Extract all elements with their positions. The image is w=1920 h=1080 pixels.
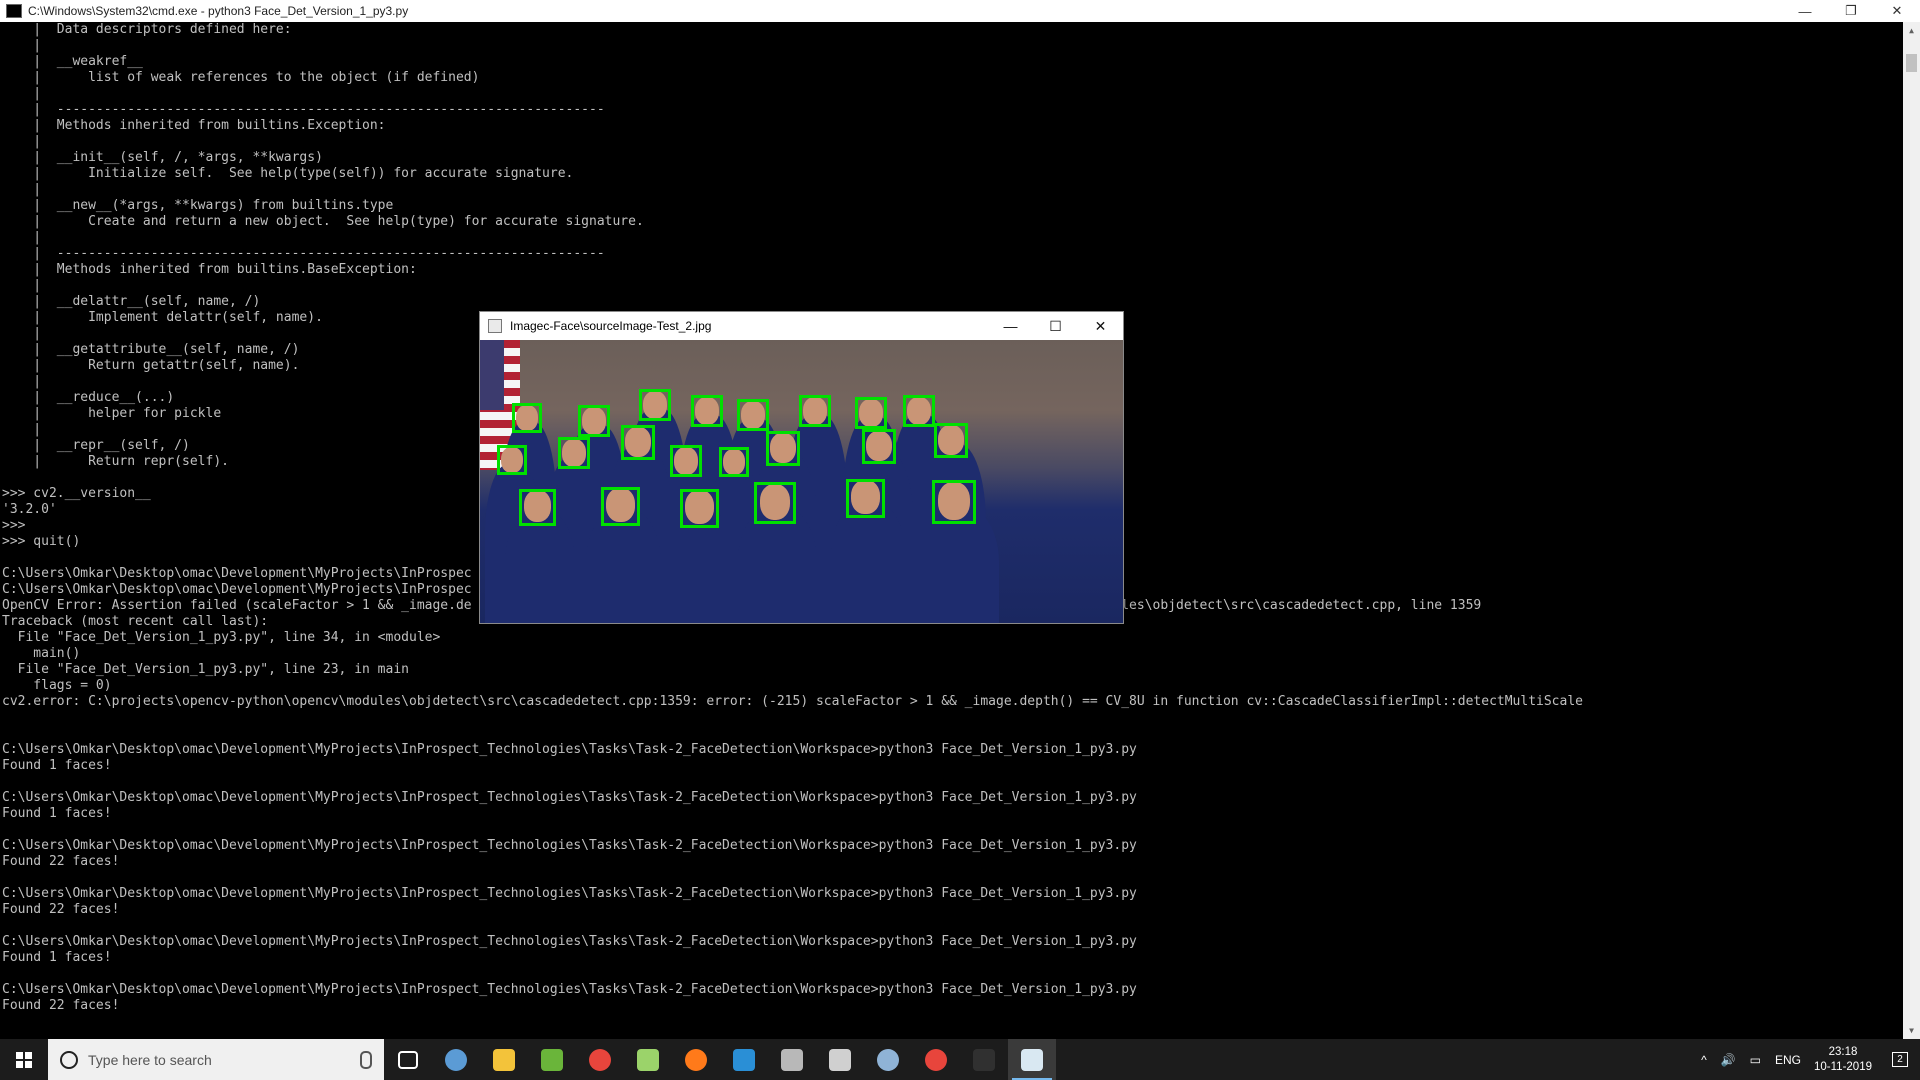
close-button[interactable]: ✕	[1874, 0, 1920, 22]
windows-logo-icon	[16, 1051, 32, 1068]
vscode-icon	[733, 1048, 755, 1071]
taskbar-steam-button[interactable]	[864, 1039, 912, 1080]
chrome-icon-2	[925, 1048, 947, 1071]
face-detection-box	[577, 405, 610, 438]
taskbar-chrome-button[interactable]	[576, 1039, 624, 1080]
cmd-app-icon	[6, 4, 22, 18]
console-scrollbar[interactable]: ▲ ▼	[1903, 22, 1920, 1039]
face-detection-box	[754, 482, 796, 524]
face-detection-box	[765, 431, 800, 466]
steam-icon-2	[877, 1048, 899, 1071]
taskbar-firefox-button[interactable]	[672, 1039, 720, 1080]
restore-button[interactable]: ❐	[1828, 0, 1874, 22]
volume-icon[interactable]: 🔊	[1721, 1053, 1736, 1067]
start-button[interactable]	[0, 1039, 48, 1080]
steam-icon	[445, 1048, 467, 1071]
scroll-thumb[interactable]	[1906, 54, 1917, 72]
face-detection-box	[669, 445, 702, 478]
taskbar-file-explorer-button[interactable]	[480, 1039, 528, 1080]
face-detection-box	[718, 447, 749, 478]
cmd-title-bar[interactable]: C:\Windows\System32\cmd.exe - python3 Fa…	[0, 0, 1920, 22]
utorrent-icon	[541, 1048, 563, 1071]
taskbar-steam-button[interactable]	[432, 1039, 480, 1080]
taskbar-cmd-button[interactable]	[960, 1039, 1008, 1080]
microphone-icon[interactable]	[360, 1050, 372, 1069]
taskbar-task-view-button[interactable]	[384, 1039, 432, 1080]
face-detection-box	[854, 397, 887, 430]
astronaut-suit	[831, 502, 906, 623]
face-detection-box	[496, 445, 527, 476]
viewer-maximize-button[interactable]: ☐	[1033, 312, 1078, 340]
notification-center-button[interactable]: 2	[1880, 1039, 1920, 1080]
taskbar-utorrent-button[interactable]	[528, 1039, 576, 1080]
window-title: C:\Windows\System32\cmd.exe - python3 Fa…	[28, 4, 409, 18]
viewer-title-bar[interactable]: Imagec-Face\sourceImage-Test_2.jpg — ☐ ✕	[480, 312, 1123, 340]
astronaut-suit	[738, 507, 818, 623]
face-detection-box	[846, 478, 886, 518]
astronaut-group-photo	[480, 340, 1123, 623]
face-detection-box	[798, 395, 831, 428]
face-detection-box	[511, 403, 542, 434]
face-detection-box	[690, 395, 723, 428]
taskbar-image-viewer-button[interactable]	[1008, 1039, 1056, 1080]
taskbar-calculator-button[interactable]	[816, 1039, 864, 1080]
file-explorer-icon	[493, 1048, 515, 1071]
tray-chevron-icon[interactable]: ^	[1701, 1053, 1707, 1067]
system-tray: ^ 🔊 ▭ ENG 23:18 10-11-2019 2	[1694, 1039, 1920, 1080]
taskbar-chrome-button[interactable]	[912, 1039, 960, 1080]
viewer-minimize-button[interactable]: —	[988, 312, 1033, 340]
face-detection-box	[620, 425, 655, 460]
language-indicator[interactable]: ENG	[1775, 1053, 1801, 1067]
image-viewer-window[interactable]: Imagec-Face\sourceImage-Test_2.jpg — ☐ ✕	[479, 311, 1124, 624]
face-detection-box	[902, 395, 935, 428]
taskbar-notepad-plus-button[interactable]	[624, 1039, 672, 1080]
firefox-icon	[685, 1048, 707, 1071]
cortana-icon	[60, 1050, 78, 1069]
notepad-plus-icon	[637, 1048, 659, 1071]
face-detection-box	[680, 488, 720, 528]
image-window-icon	[488, 319, 502, 333]
face-detection-box	[933, 423, 968, 458]
face-detection-box	[557, 437, 590, 470]
clock[interactable]: 23:18 10-11-2019	[1814, 1045, 1872, 1075]
task-view-icon	[398, 1050, 418, 1069]
search-placeholder: Type here to search	[88, 1051, 212, 1068]
notification-count: 2	[1892, 1052, 1908, 1067]
astronaut-suit	[915, 506, 999, 623]
astronaut-suit	[505, 511, 576, 623]
taskbar: Type here to search ^ 🔊 ▭ ENG 23:18 10-1…	[0, 1039, 1920, 1080]
image-viewer-icon	[1021, 1048, 1043, 1071]
viewer-title: Imagec-Face\sourceImage-Test_2.jpg	[510, 319, 712, 333]
taskbar-vscode-button[interactable]	[720, 1039, 768, 1080]
astronaut-suit	[586, 510, 661, 623]
face-detection-box	[601, 486, 641, 526]
clock-date: 10-11-2019	[1814, 1060, 1872, 1073]
clock-time: 23:18	[1828, 1045, 1858, 1058]
viewer-close-button[interactable]: ✕	[1078, 312, 1123, 340]
network-icon[interactable]: ▭	[1750, 1053, 1761, 1067]
face-detection-box	[638, 389, 671, 422]
scroll-down-arrow-icon[interactable]: ▼	[1903, 1022, 1920, 1039]
chrome-icon	[589, 1048, 611, 1071]
face-detection-box	[932, 480, 976, 524]
taskbar-file-manager-button[interactable]	[768, 1039, 816, 1080]
minimize-button[interactable]: —	[1782, 0, 1828, 22]
file-manager-icon	[781, 1048, 803, 1071]
face-detection-box	[861, 429, 896, 464]
search-box[interactable]: Type here to search	[48, 1039, 384, 1080]
astronaut-suit	[665, 512, 740, 623]
calculator-icon	[829, 1048, 851, 1071]
face-detection-box	[736, 399, 769, 432]
face-detection-box	[519, 488, 557, 526]
taskbar-apps	[384, 1039, 1056, 1080]
scroll-up-arrow-icon[interactable]: ▲	[1903, 22, 1920, 39]
cmd-icon	[973, 1048, 995, 1071]
